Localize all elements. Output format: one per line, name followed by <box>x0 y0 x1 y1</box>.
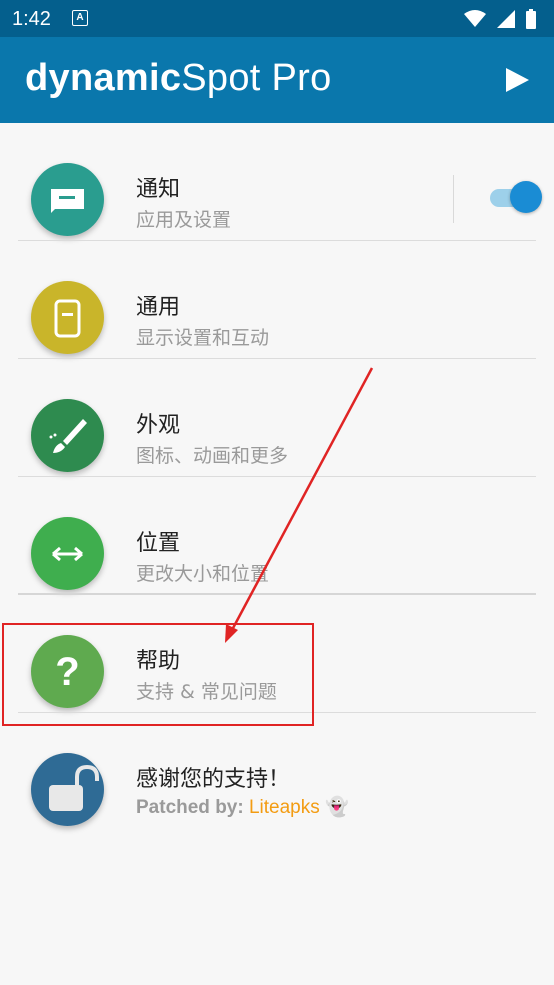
status-time: 1:42 <box>12 8 51 30</box>
signal-icon <box>496 9 515 28</box>
item-subtitle: 显示设置和互动 <box>136 327 270 349</box>
unlock-icon <box>31 753 104 826</box>
status-icons <box>458 8 536 29</box>
phone-icon <box>31 281 104 354</box>
notification-icon: A <box>72 10 88 26</box>
item-subtitle: 更改大小和位置 <box>136 563 270 585</box>
status-bar: 1:42 A <box>0 0 554 37</box>
item-title: 通用 <box>136 295 181 320</box>
app-bar: dynamicSpot Pro <box>0 37 554 123</box>
notifications-toggle[interactable] <box>490 181 542 213</box>
patched-by: Patched by: Liteapks 👻 <box>136 795 349 819</box>
list-item-thanks[interactable]: 感谢您的支持！ Patched by: Liteapks 👻 <box>0 713 554 831</box>
ghost-icon: 👻 <box>325 797 349 818</box>
highlight-box <box>2 623 314 726</box>
play-icon[interactable] <box>504 67 530 93</box>
item-title: 通知 <box>136 177 181 202</box>
item-title: 外观 <box>136 413 181 438</box>
app-title-light: Spot Pro <box>181 57 332 99</box>
patched-label: Patched by: <box>136 797 244 818</box>
patched-brand: Liteapks <box>248 797 320 818</box>
wifi-icon <box>463 9 486 27</box>
item-title: 位置 <box>136 531 181 556</box>
item-subtitle: 应用及设置 <box>136 209 232 231</box>
list-item-notifications[interactable]: 通知 应用及设置 <box>0 123 554 241</box>
toggle-thumb <box>510 181 542 213</box>
app-title-bold: dynamic <box>25 57 182 99</box>
app-title: dynamicSpot Pro <box>25 57 332 100</box>
chat-bubble-icon <box>31 163 104 236</box>
item-title: 感谢您的支持！ <box>136 767 291 792</box>
battery-icon <box>526 8 536 29</box>
resize-arrows-icon <box>31 517 104 590</box>
brush-icon <box>31 399 104 472</box>
item-subtitle: 图标、动画和更多 <box>136 445 289 467</box>
list-item-general[interactable]: 通用 显示设置和互动 <box>0 241 554 359</box>
divider <box>453 175 454 223</box>
list-item-position[interactable]: 位置 更改大小和位置 <box>0 477 554 595</box>
list-item-appearance[interactable]: 外观 图标、动画和更多 <box>0 359 554 477</box>
